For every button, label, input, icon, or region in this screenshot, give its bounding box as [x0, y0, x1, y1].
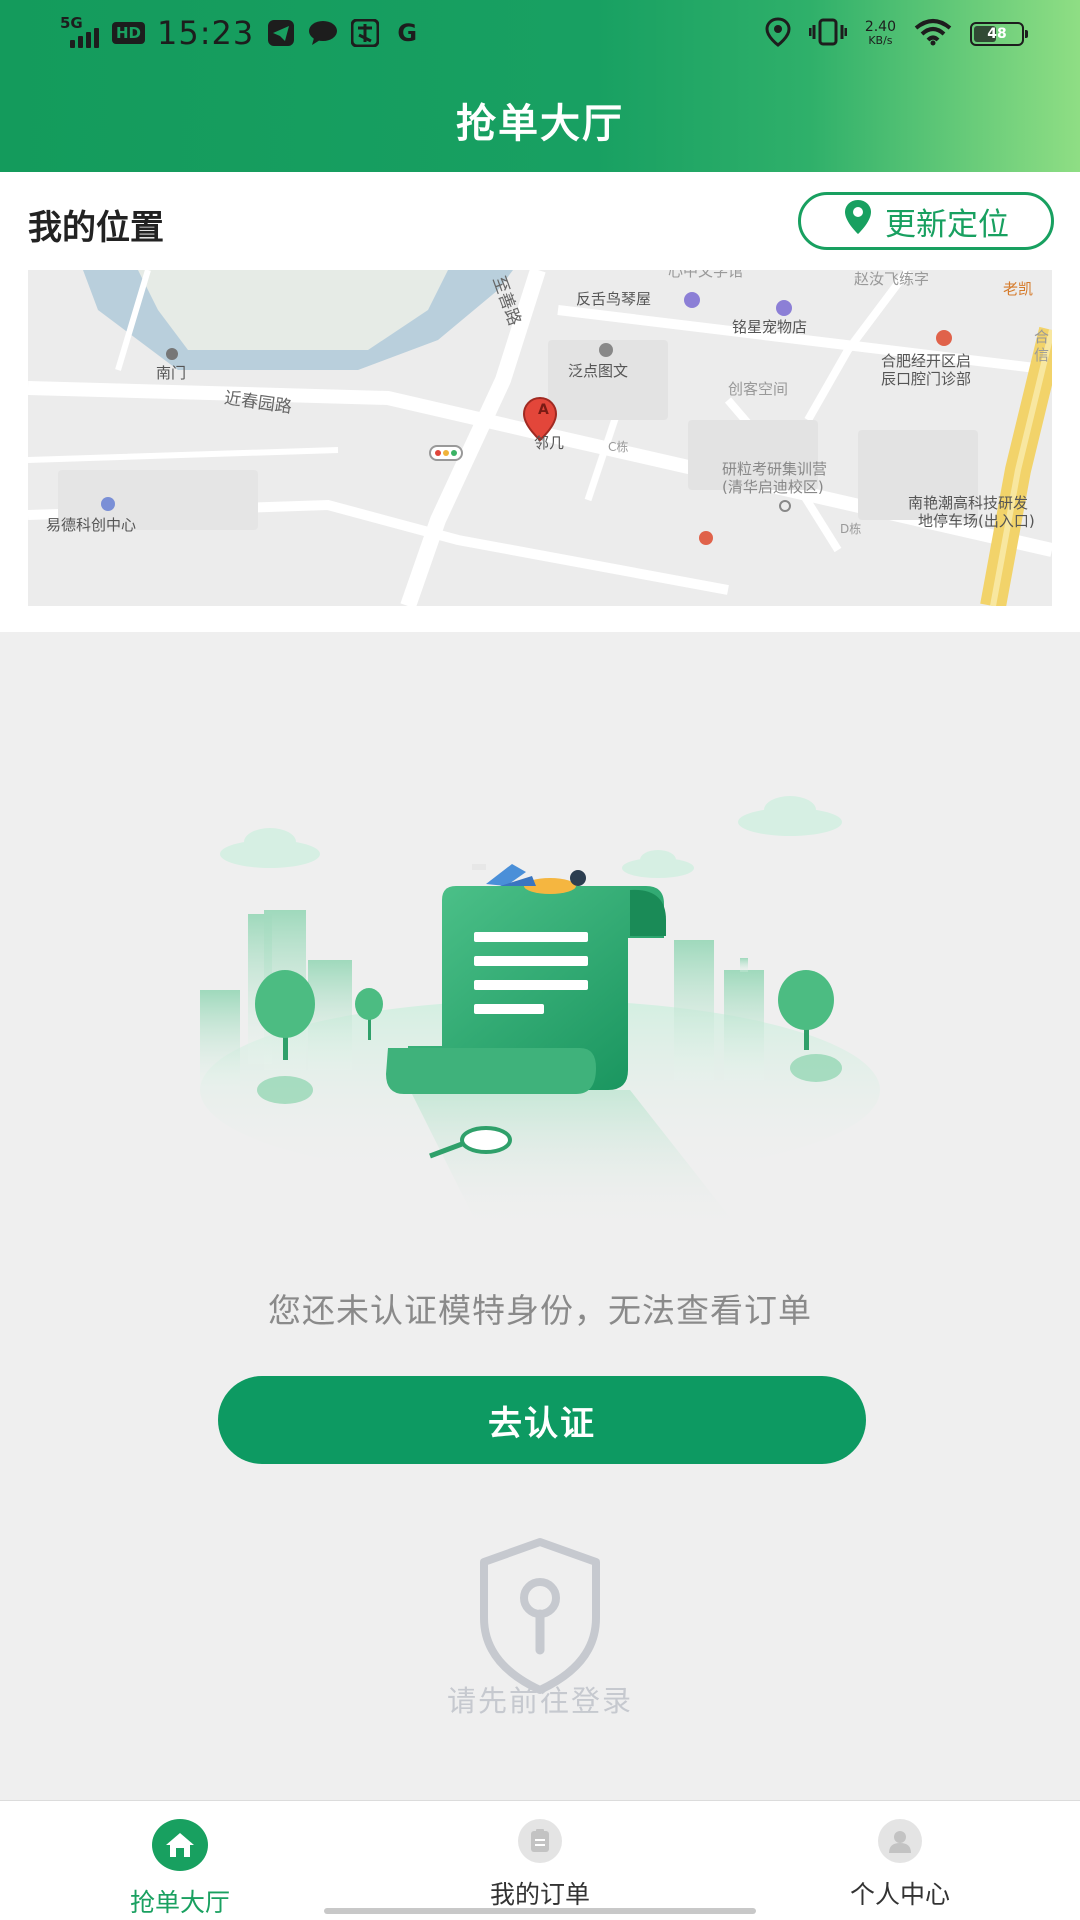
- nav-label: 我的订单: [489, 1880, 590, 1909]
- map-label: 合肥经开区启: [881, 352, 972, 370]
- empty-state-illustration: [200, 796, 880, 1230]
- map-label: 心中文学馆: [668, 270, 744, 280]
- map-label: 赵汝飞练字: [854, 270, 930, 288]
- battery-icon: 48: [970, 22, 1028, 46]
- login-hint[interactable]: 请先前往登录: [0, 1678, 1080, 1720]
- location-map[interactable]: A 反舌鸟琴屋 铭星宠物店 赵汝飞练字 老凯 泛点图文 合肥经开区启 辰口腔门诊…: [28, 270, 1052, 606]
- map-label: 泛点图文: [568, 362, 629, 380]
- status-right: 2.40 KB/s 48: [765, 14, 1028, 54]
- status-bar: 5G HD 15:23 G 2.40 KB/s 48: [0, 0, 1080, 66]
- bottom-nav: 抢单大厅 我的订单 个人中心: [0, 1800, 1080, 1920]
- go-certify-button[interactable]: 去认证: [218, 1376, 866, 1464]
- app-notification-icon: [350, 18, 380, 48]
- home-indicator[interactable]: [324, 1908, 756, 1914]
- shield-lock-icon: [480, 1538, 600, 1694]
- map-label: 辰口腔门诊部: [881, 370, 972, 388]
- chat-bubble-icon: [308, 18, 338, 48]
- location-section: 我的位置 更新定位 A 反舌鸟琴屋 铭星宠物店 赵汝飞练字 老凯 泛点图文 合肥…: [0, 172, 1080, 632]
- map-label: 地停车场(出入口): [918, 512, 1035, 530]
- status-left: 5G HD 15:23 G: [60, 12, 422, 54]
- map-label: 研粒考研集训营: [722, 460, 828, 478]
- location-status-icon: [765, 17, 791, 51]
- map-label: 合: [1034, 328, 1050, 346]
- hd-badge: HD: [112, 22, 146, 44]
- wifi-icon: [914, 18, 952, 50]
- nav-label: 抢单大厅: [129, 1888, 230, 1917]
- title-bar: 抢单大厅: [0, 80, 1080, 160]
- update-location-label: 更新定位: [885, 206, 1009, 243]
- update-location-button[interactable]: 更新定位: [798, 192, 1054, 250]
- network-speed: 2.40 KB/s: [864, 19, 896, 47]
- order-list-icon: [518, 1819, 562, 1863]
- app-header: 5G HD 15:23 G 2.40 KB/s 48 抢单大厅: [0, 0, 1080, 172]
- map-label: D栋: [840, 522, 862, 536]
- location-title: 我的位置: [28, 208, 164, 248]
- map-label: 创客空间: [728, 380, 789, 398]
- nav-item-profile[interactable]: 个人中心: [770, 1819, 1030, 1911]
- certification-notice: 您还未认证模特身份，无法查看订单: [268, 1291, 812, 1330]
- google-icon: G: [397, 19, 418, 47]
- user-icon: [878, 1819, 922, 1863]
- nav-item-grab-hall[interactable]: 抢单大厅: [50, 1819, 310, 1919]
- vibrate-icon: [808, 18, 848, 50]
- nav-label: 个人中心: [849, 1880, 950, 1909]
- map-label: C栋: [608, 440, 629, 454]
- map-pin-letter: A: [538, 402, 549, 418]
- map-label: 邻几: [534, 434, 565, 452]
- map-label: 反舌鸟琴屋: [576, 290, 652, 308]
- nav-item-my-orders[interactable]: 我的订单: [410, 1819, 670, 1911]
- page-title: 抢单大厅: [456, 101, 624, 147]
- map-label: 老凯: [1003, 280, 1034, 298]
- location-pin-icon: [843, 199, 873, 243]
- map-label: 南艳潮高科技研发: [908, 494, 1029, 512]
- signal-icon: 5G: [60, 16, 100, 50]
- map-label: 铭星宠物店: [732, 318, 808, 336]
- status-time: 15:23: [157, 14, 255, 52]
- map-label: 易德科创中心: [46, 516, 137, 534]
- telegram-icon: [266, 18, 296, 48]
- map-label: 南门: [156, 364, 187, 382]
- home-icon: [152, 1819, 208, 1871]
- map-label: 信: [1034, 346, 1050, 364]
- map-label: (清华启迪校区): [722, 478, 824, 496]
